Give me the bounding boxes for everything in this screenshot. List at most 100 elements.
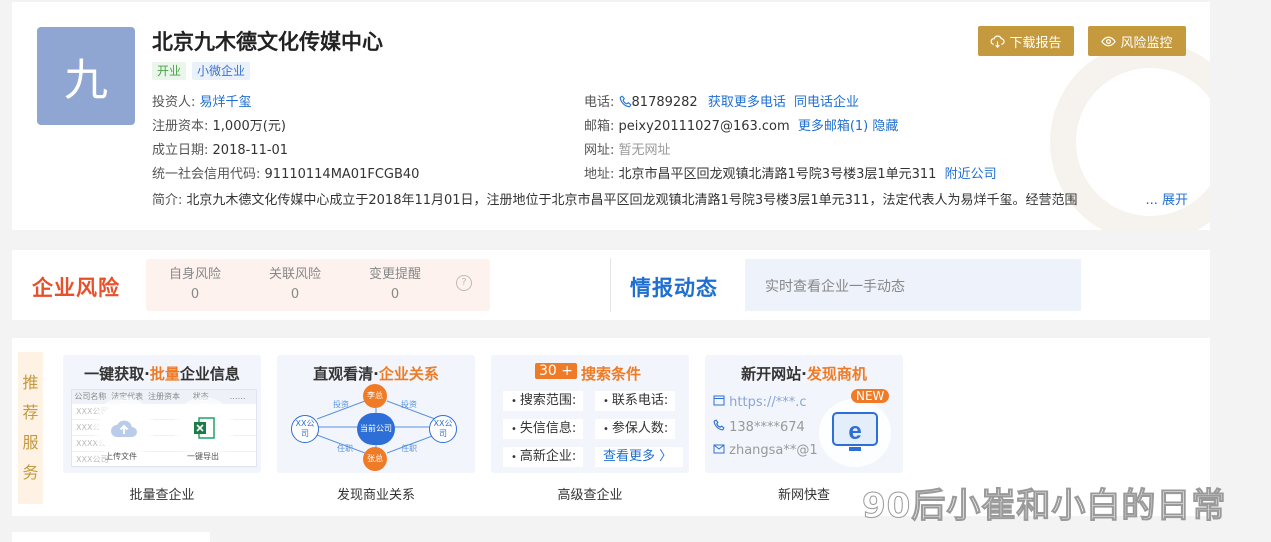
mini-table-header: 公司名称 法定代表人 注册资本 状态 …… bbox=[72, 390, 256, 415]
same-phone-link[interactable]: 同电话企业 bbox=[794, 95, 859, 110]
credit-value: 91110114MA01FCGB40 bbox=[264, 167, 420, 182]
recommend-side-label: 推 荐 服 务 bbox=[18, 352, 43, 504]
help-icon[interactable]: ? bbox=[456, 275, 472, 291]
tile-title-a: 一键获取· bbox=[84, 365, 150, 383]
table-row: XXX公司 bbox=[72, 404, 256, 420]
site-mail: zhangsa**@1 bbox=[729, 443, 818, 458]
more-phones-link[interactable]: 获取更多电话 bbox=[708, 95, 786, 110]
intro-label: 简介: bbox=[152, 193, 183, 208]
eye-icon bbox=[1101, 36, 1117, 46]
side-char: 荐 bbox=[22, 403, 39, 422]
mail-icon bbox=[713, 444, 725, 454]
investor-link[interactable]: 易烊千玺 bbox=[200, 95, 252, 110]
founded-row: 成立日期: 2018-11-01 bbox=[152, 142, 288, 160]
batch-query-caption[interactable]: 批量查企业 bbox=[63, 484, 261, 503]
address-value: 北京市昌平区回龙观镇北清路1号院3号楼3层1单元311 bbox=[618, 167, 937, 182]
col-header: 法定代表人 bbox=[111, 392, 144, 415]
nearby-companies-link[interactable]: 附近公司 bbox=[945, 167, 997, 182]
status-badge-open: 开业 bbox=[152, 62, 187, 80]
risk-title: 企业风险 bbox=[32, 276, 120, 300]
upload-label: 上传文件 bbox=[105, 452, 137, 461]
credit-row: 统一社会信用代码: 91110114MA01FCGB40 bbox=[152, 166, 419, 184]
risk-related[interactable]: 关联风险 0 bbox=[250, 265, 340, 305]
status-tags: 开业 小微企业 bbox=[152, 62, 251, 80]
site-mail-line: zhangsa**@1 bbox=[713, 443, 818, 458]
tile-title-highlight: 发现商机 bbox=[806, 365, 867, 383]
svg-text:e: e bbox=[848, 418, 861, 445]
risk-change[interactable]: 变更提醒 0 bbox=[350, 265, 440, 305]
phone-label: 电话: bbox=[584, 95, 615, 110]
watermark: 90后小崔和小白的日常 bbox=[861, 486, 1227, 527]
company-logo: 九 bbox=[37, 27, 135, 125]
center-company-node: 当前公司 bbox=[357, 413, 395, 445]
tile-title-b: 企业信息 bbox=[179, 365, 240, 383]
edge-label: 投资 bbox=[401, 400, 417, 409]
new-badge: NEW bbox=[851, 389, 890, 403]
website-label: 网址: bbox=[584, 143, 615, 158]
search-condition: 联系电话: bbox=[595, 391, 675, 411]
intel-hint: 实时查看企业一手动态 bbox=[765, 279, 905, 295]
capital-row: 注册资本: 1,000万(元) bbox=[152, 118, 286, 136]
download-report-button[interactable]: 下载报告 bbox=[978, 26, 1074, 56]
search-condition: 搜索范围: bbox=[503, 391, 583, 411]
phone-icon bbox=[713, 419, 725, 431]
risk-self-count: 0 bbox=[190, 287, 200, 302]
advanced-search-caption[interactable]: 高级查企业 bbox=[491, 484, 689, 503]
side-char: 推 bbox=[22, 373, 39, 392]
new-site-tile[interactable]: 新开网站·发现商机 https://***.c 138****674 zhang… bbox=[705, 355, 903, 473]
col-header: 公司名称 bbox=[74, 392, 107, 401]
hide-emails-link[interactable]: 隐藏 bbox=[872, 119, 898, 134]
business-relation-tile[interactable]: 直观看清·企业关系 当前公司 李总 张总 XX公司 XX公司 投资 投资 任职 … bbox=[277, 355, 475, 473]
risk-card: 企业风险 自身风险 0 关联风险 0 变更提醒 0 ? 情报动态 实时查看企业一… bbox=[12, 250, 1210, 320]
expand-intro-link[interactable]: ... 展开 bbox=[1145, 192, 1188, 210]
intro-text: 北京九木德文化传媒中心成立于2018年11月01日，注册地位于北京市昌平区回龙观… bbox=[186, 193, 1078, 208]
intel-box[interactable]: 实时查看企业一手动态 bbox=[745, 259, 1081, 311]
risk-related-count: 0 bbox=[290, 287, 300, 302]
address-row: 地址: 北京市昌平区回龙观镇北清路1号院3号楼3层1单元311 附近公司 bbox=[584, 166, 997, 184]
search-condition: 失信信息: bbox=[503, 419, 583, 439]
table-row: XXXX公司 bbox=[72, 436, 256, 452]
table-row: XXX公司 bbox=[72, 452, 256, 468]
tile-title: 搜索条件 bbox=[581, 363, 641, 384]
tile-title: 新开网站·发现商机 bbox=[705, 363, 903, 384]
search-condition: 参保人数: bbox=[595, 419, 675, 439]
intro-row: 简介: 北京九木德文化传媒中心成立于2018年11月01日，注册地位于北京市昌平… bbox=[152, 192, 1188, 210]
capital-label: 注册资本: bbox=[152, 119, 209, 134]
intel-title: 情报动态 bbox=[630, 276, 718, 300]
edge-label: 任职 bbox=[337, 444, 353, 453]
company-header-card: 九 北京九木德文化传媒中心 开业 小微企业 下载报告 风险监控 投资人: 易烊千… bbox=[12, 2, 1210, 230]
more-emails-link[interactable]: 更多邮箱(1) bbox=[798, 119, 868, 134]
status-badge-small: 小微企业 bbox=[192, 62, 251, 80]
person-bottom-node: 张总 bbox=[363, 447, 387, 471]
advanced-search-tile[interactable]: 30 + 搜索条件 搜索范围: 联系电话: 失信信息: 参保人数: 高新企业: … bbox=[491, 355, 689, 473]
site-url-line: https://***.c bbox=[713, 395, 807, 410]
col-header: 状态 bbox=[192, 392, 209, 401]
see-more-conditions[interactable]: 查看更多 〉 bbox=[595, 447, 683, 467]
site-url: https://***.c bbox=[729, 395, 807, 410]
risk-self-label: 自身风险 bbox=[168, 267, 221, 282]
bottom-tab-stub bbox=[12, 532, 210, 542]
upload-cloud-icon bbox=[99, 403, 149, 453]
logo-char: 九 bbox=[64, 55, 108, 106]
side-char: 服 bbox=[22, 433, 39, 452]
left-company-node: XX公司 bbox=[291, 415, 319, 443]
tile-title: 一键获取·批量企业信息 bbox=[63, 363, 261, 384]
tile-title-highlight: 批量 bbox=[149, 365, 180, 383]
excel-icon bbox=[179, 403, 229, 453]
capital-value: 1,000万(元) bbox=[212, 119, 286, 134]
risk-self[interactable]: 自身风险 0 bbox=[150, 265, 240, 305]
col-header: 注册资本 bbox=[147, 392, 180, 401]
ie-icon: e bbox=[819, 399, 891, 467]
col-header: …… bbox=[229, 392, 246, 401]
phone-row: 电话: 81789282 获取更多电话 同电话企业 bbox=[584, 94, 859, 112]
business-relation-caption[interactable]: 发现商业关系 bbox=[277, 484, 475, 503]
site-phone: 138****674 bbox=[729, 420, 805, 435]
founded-value: 2018-11-01 bbox=[212, 143, 289, 158]
risk-monitor-button[interactable]: 风险监控 bbox=[1088, 26, 1186, 56]
side-char: 务 bbox=[22, 463, 39, 482]
right-company-node: XX公司 bbox=[429, 415, 457, 443]
batch-query-tile[interactable]: 一键获取·批量企业信息 公司名称 法定代表人 注册资本 状态 …… XXX公司 … bbox=[63, 355, 261, 473]
website-value: 暂无网址 bbox=[618, 143, 671, 158]
investor-label: 投资人: bbox=[152, 95, 196, 110]
browser-icon bbox=[713, 395, 725, 406]
